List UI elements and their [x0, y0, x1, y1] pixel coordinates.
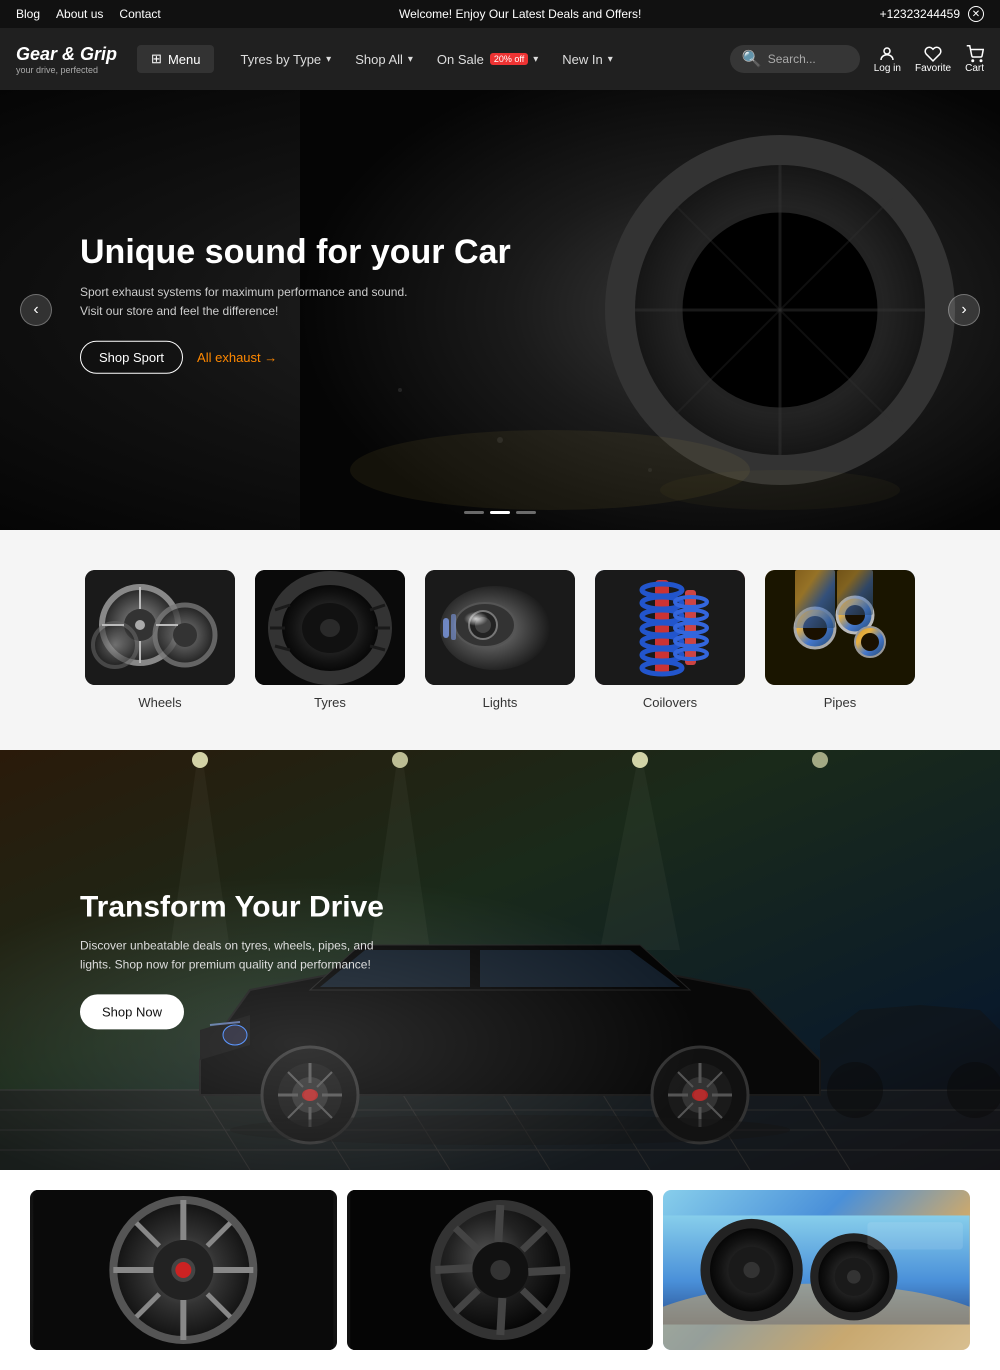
hero-next-button[interactable]: › — [948, 294, 980, 326]
search-box[interactable]: 🔍 — [730, 45, 860, 73]
nav-shop-all[interactable]: Shop All ▾ — [345, 46, 423, 73]
hero-dots — [464, 511, 536, 514]
logo[interactable]: Gear & Grip your drive, perfected — [16, 44, 117, 75]
coilovers-label: Coilovers — [643, 695, 697, 710]
chevron-down-icon: ▾ — [408, 54, 413, 65]
hero-desc-line2: Visit our store and feel the difference! — [80, 302, 511, 321]
login-label: Log in — [874, 63, 901, 74]
hero-prev-button[interactable]: ‹ — [20, 294, 52, 326]
category-coilovers[interactable]: Coilovers — [595, 570, 745, 710]
hero-desc-line1: Sport exhaust systems for maximum perfor… — [80, 283, 511, 302]
hero-title: Unique sound for your Car — [80, 232, 511, 273]
promo-description: Discover unbeatable deals on tyres, whee… — [80, 936, 380, 974]
product-card-3[interactable] — [663, 1190, 970, 1350]
lights-image — [425, 570, 575, 685]
product-card-1[interactable] — [30, 1190, 337, 1350]
category-wheels[interactable]: Wheels — [85, 570, 235, 710]
shop-sport-button[interactable]: Shop Sport — [80, 341, 183, 374]
wheels-image — [85, 570, 235, 685]
chevron-down-icon: ▾ — [533, 54, 538, 65]
categories-section: Wheels — [0, 530, 1000, 750]
menu-grid-icon: ⊞ — [151, 51, 162, 67]
user-icon — [878, 45, 896, 63]
nav-on-sale-label: On Sale — [437, 52, 484, 67]
search-input[interactable] — [768, 52, 848, 66]
promo-title: Transform Your Drive — [80, 890, 384, 924]
top-bar-right: +12323244459 ✕ — [880, 6, 984, 22]
nav-on-sale[interactable]: On Sale 20% off ▾ — [427, 46, 548, 73]
wheels-svg — [85, 570, 235, 685]
hero-content: Unique sound for your Car Sport exhaust … — [80, 232, 511, 374]
favorite-label: Favorite — [915, 63, 951, 74]
category-pipes[interactable]: Pipes — [765, 570, 915, 710]
nav-tyres-label: Tyres by Type — [240, 52, 321, 67]
tyres-svg — [255, 570, 405, 685]
nav-new-in-label: New In — [562, 52, 602, 67]
heart-icon — [924, 45, 942, 63]
cart-icon — [966, 45, 984, 63]
product-grid — [0, 1170, 1000, 1370]
hero-dot-2[interactable] — [490, 511, 510, 514]
nav-new-in[interactable]: New In ▾ — [552, 46, 623, 73]
pipes-svg — [765, 570, 915, 685]
coilovers-svg — [595, 570, 745, 685]
hero-description: Sport exhaust systems for maximum perfor… — [80, 283, 511, 321]
cart-icon-group[interactable]: Cart — [965, 45, 984, 74]
tyres-image — [255, 570, 405, 685]
blog-link[interactable]: Blog — [16, 7, 40, 21]
about-link[interactable]: About us — [56, 7, 103, 21]
promo-content: Transform Your Drive Discover unbeatable… — [80, 890, 384, 1029]
chevron-down-icon: ▾ — [608, 54, 613, 65]
category-tyres[interactable]: Tyres — [255, 570, 405, 710]
menu-button[interactable]: ⊞ Menu — [137, 45, 214, 73]
tyres-label: Tyres — [314, 695, 346, 710]
top-bar: Blog About us Contact Welcome! Enjoy Our… — [0, 0, 1000, 28]
product-card-2[interactable] — [347, 1190, 654, 1350]
shop-now-button[interactable]: Shop Now — [80, 995, 184, 1030]
close-button[interactable]: ✕ — [968, 6, 984, 22]
lights-label: Lights — [483, 695, 518, 710]
product-wheel-svg-1 — [30, 1190, 337, 1350]
category-lights[interactable]: Lights — [425, 570, 575, 710]
nav-tyres-by-type[interactable]: Tyres by Type ▾ — [230, 46, 341, 73]
product-tyre-svg — [663, 1190, 970, 1350]
search-icon: 🔍 — [742, 49, 762, 69]
favorite-icon-group[interactable]: Favorite — [915, 45, 951, 74]
logo-subtitle: your drive, perfected — [16, 65, 117, 75]
pipes-image — [765, 570, 915, 685]
all-exhaust-link[interactable]: All exhaust → — [197, 350, 277, 365]
chevron-down-icon: ▾ — [326, 54, 331, 65]
hero-buttons: Shop Sport All exhaust → — [80, 341, 511, 374]
login-icon-group[interactable]: Log in — [874, 45, 901, 74]
hero-banner: Unique sound for your Car Sport exhaust … — [0, 90, 1000, 530]
nav-shop-all-label: Shop All — [355, 52, 403, 67]
coilovers-image — [595, 570, 745, 685]
menu-label: Menu — [168, 52, 201, 67]
phone-number: +12323244459 — [880, 7, 960, 21]
promo-message: Welcome! Enjoy Our Latest Deals and Offe… — [161, 7, 880, 21]
logo-title: Gear & Grip — [16, 44, 117, 65]
header: Gear & Grip your drive, perfected ⊞ Menu… — [0, 28, 1000, 90]
promo-banner: Transform Your Drive Discover unbeatable… — [0, 750, 1000, 1170]
top-bar-links: Blog About us Contact — [16, 7, 161, 21]
hero-dot-1[interactable] — [464, 511, 484, 514]
cart-label: Cart — [965, 63, 984, 74]
hero-dot-3[interactable] — [516, 511, 536, 514]
contact-link[interactable]: Contact — [119, 7, 160, 21]
wheels-label: Wheels — [138, 695, 181, 710]
pipes-label: Pipes — [824, 695, 857, 710]
main-nav: Tyres by Type ▾ Shop All ▾ On Sale 20% o… — [230, 46, 729, 73]
lights-svg — [425, 570, 575, 685]
sale-badge: 20% off — [490, 53, 528, 65]
product-wheel-svg-2 — [347, 1190, 654, 1350]
header-right: 🔍 Log in Favorite Cart — [730, 45, 984, 74]
